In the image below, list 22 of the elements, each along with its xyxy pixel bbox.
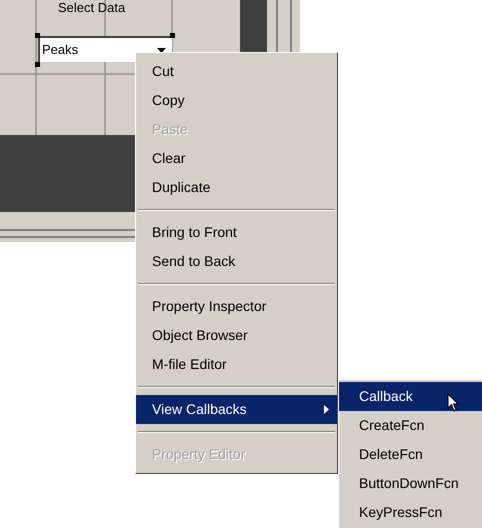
menu-item[interactable]: Bring to Front [136,218,337,247]
menu-item[interactable]: ButtonDownFcn [339,469,482,498]
menu-item[interactable]: KeyPressFcn [339,498,482,527]
menu-item[interactable]: Object Browser [136,321,337,350]
menu-item[interactable]: CreateFcn [339,411,482,440]
menu-item[interactable]: View Callbacks [136,395,337,424]
menu-item[interactable]: DeleteFcn [339,440,482,469]
mouse-cursor-icon [447,393,460,413]
menu-item[interactable]: Duplicate [136,173,337,202]
menu-item[interactable]: M-file Editor [136,350,337,379]
menu-item[interactable]: Property Inspector [136,292,337,321]
selection-handle-icon[interactable] [170,33,175,38]
dropdown-arrow-icon [157,48,166,52]
selection-handle-icon[interactable] [35,33,40,38]
menu-item[interactable]: Copy [136,86,337,115]
selection-handle-icon[interactable] [35,62,40,67]
static-text-label: Select Data [58,0,126,16]
menu-item[interactable]: Send to Back [136,247,337,276]
menu-item[interactable]: Callback [339,382,482,411]
menu-item[interactable]: Clear [136,144,337,173]
dark-panel [240,0,267,52]
submenu-arrow-icon [324,405,329,414]
